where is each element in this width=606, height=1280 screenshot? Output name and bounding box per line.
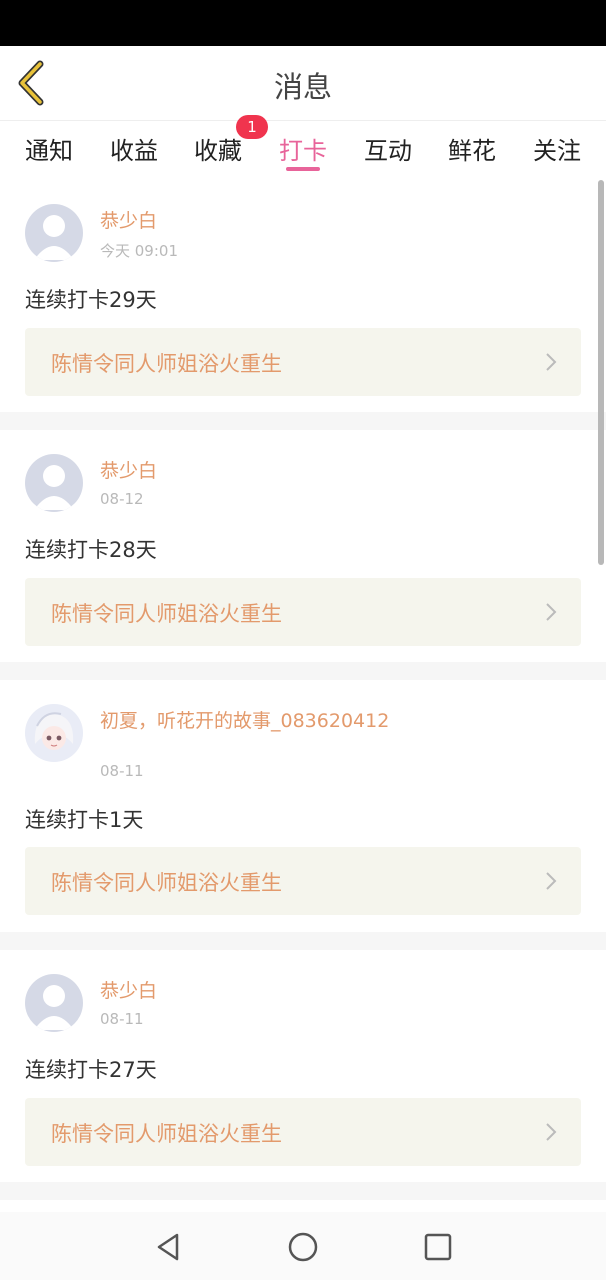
scrollbar[interactable] [598,180,604,565]
chevron-right-icon [546,1123,557,1141]
book-title: 陈情令同人师姐浴火重生 [51,352,282,376]
book-link[interactable]: 陈情令同人师姐浴火重生 [25,328,581,396]
checkin-message: 连续打卡1天 [25,808,144,832]
chevron-right-icon [546,872,557,890]
timestamp: 08-11 [100,762,144,780]
tab-flowers[interactable]: 鲜花 [448,131,496,166]
active-tab-indicator [286,167,320,171]
anime-girl-avatar[interactable] [25,704,83,762]
chevron-right-icon [546,603,557,621]
list-item [0,1200,606,1212]
chevron-right-icon [546,353,557,371]
user-name[interactable]: 初夏，听花开的故事_083620412 [100,709,520,733]
recents-square-icon[interactable] [421,1230,455,1264]
list-item: 恭少白 08-12 连续打卡28天 陈情令同人师姐浴火重生 [0,430,606,662]
header: 消息 [0,46,606,120]
book-link[interactable]: 陈情令同人师姐浴火重生 [25,847,581,915]
tab-checkin[interactable]: 打卡 [279,131,327,166]
back-triangle-icon[interactable] [152,1230,186,1264]
list-item: 恭少白 08-11 连续打卡27天 陈情令同人师姐浴火重生 [0,950,606,1182]
user-name[interactable]: 恭少白 [100,209,520,233]
tab-bar: 通知 收益 收藏 1 打卡 互动 鲜花 关注 [0,115,606,181]
page-title: 消息 [273,70,332,104]
list-item: 初夏，听花开的故事_083620412 08-11 连续打卡1天 陈情令同人师姐… [0,680,606,932]
tab-interaction[interactable]: 互动 [364,131,412,166]
checkin-message: 连续打卡28天 [25,538,157,562]
default-avatar-icon[interactable] [25,454,83,512]
user-name[interactable]: 恭少白 [100,979,520,1003]
timestamp: 08-12 [100,490,144,508]
timestamp: 今天 09:01 [100,242,178,260]
book-title: 陈情令同人师姐浴火重生 [51,602,282,626]
tab-follow[interactable]: 关注 [533,131,581,166]
system-nav-bar [0,1212,606,1280]
default-avatar-icon[interactable] [25,974,83,1032]
book-title: 陈情令同人师姐浴火重生 [51,1122,282,1146]
checkin-message: 连续打卡27天 [25,1058,157,1082]
book-title: 陈情令同人师姐浴火重生 [51,871,282,895]
default-avatar-icon[interactable] [25,204,83,262]
checkin-message: 连续打卡29天 [25,288,157,312]
book-link[interactable]: 陈情令同人师姐浴火重生 [25,1098,581,1166]
tab-notice[interactable]: 通知 [25,131,73,166]
tab-earnings[interactable]: 收益 [110,131,158,166]
favorites-badge: 1 [236,115,268,139]
tab-favorites[interactable]: 收藏 [194,131,242,166]
user-name[interactable]: 恭少白 [100,459,520,483]
timestamp: 08-11 [100,1010,144,1028]
list-item: 恭少白 今天 09:01 连续打卡29天 陈情令同人师姐浴火重生 [0,180,606,412]
status-bar [0,0,606,46]
book-link[interactable]: 陈情令同人师姐浴火重生 [25,578,581,646]
home-circle-icon[interactable] [286,1230,320,1264]
